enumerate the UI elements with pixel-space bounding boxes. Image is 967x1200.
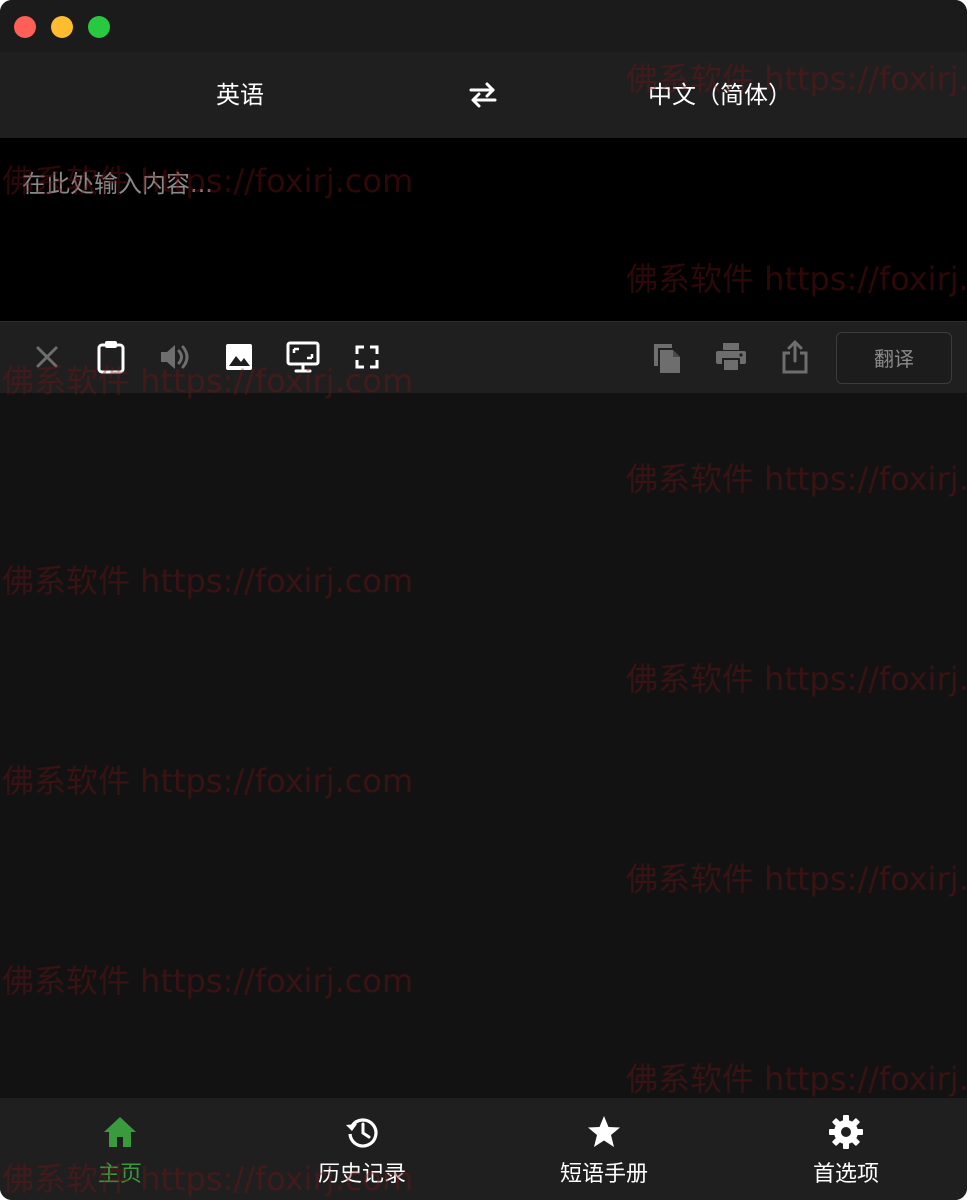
image-translate-button[interactable] — [222, 340, 256, 374]
print-icon — [716, 343, 746, 372]
screen-capture-icon — [286, 341, 320, 373]
clear-button[interactable] — [30, 340, 64, 374]
bottom-navigation: 主页 历史记录 短语手册 首选项 — [0, 1098, 967, 1200]
source-language-selector[interactable]: 英语 — [140, 52, 340, 138]
nav-item-phrasebook[interactable]: 短语手册 — [504, 1098, 704, 1200]
gear-icon — [829, 1115, 863, 1149]
home-icon — [104, 1117, 136, 1147]
window-close-button[interactable] — [14, 16, 36, 38]
translation-result-area — [0, 393, 967, 1098]
nav-label-history: 历史记录 — [317, 1162, 406, 1187]
fullscreen-icon — [355, 345, 379, 369]
paste-button[interactable] — [94, 340, 128, 374]
window-minimize-button[interactable] — [51, 16, 73, 38]
screen-capture-button[interactable] — [286, 340, 320, 374]
nav-label-phrasebook: 短语手册 — [559, 1162, 648, 1187]
swap-arrows-icon[interactable] — [466, 78, 500, 112]
speak-button[interactable] — [158, 340, 192, 374]
fullscreen-button[interactable] — [350, 340, 384, 374]
nav-label-home: 主页 — [97, 1162, 142, 1187]
nav-item-preferences[interactable]: 首选项 — [746, 1098, 946, 1200]
input-area — [0, 138, 967, 321]
window-maximize-button[interactable] — [88, 16, 110, 38]
language-bar: 英语 中文（简体） — [0, 52, 967, 138]
image-icon — [226, 344, 252, 370]
copy-button[interactable] — [650, 340, 684, 374]
source-text-input[interactable] — [0, 138, 967, 321]
nav-label-preferences: 首选项 — [812, 1162, 879, 1187]
translate-button[interactable]: 翻译 — [836, 332, 952, 384]
action-toolbar: 翻译 — [0, 321, 967, 393]
nav-item-home[interactable]: 主页 — [20, 1098, 220, 1200]
nav-item-history[interactable]: 历史记录 — [262, 1098, 462, 1200]
speaker-icon — [161, 345, 189, 369]
print-button[interactable] — [714, 340, 748, 374]
target-language-selector[interactable]: 中文（简体） — [600, 52, 840, 138]
close-icon — [36, 346, 58, 368]
copy-icon — [654, 344, 680, 373]
app-window: 英语 中文（简体） 在此处输入内容... 翻译 主页 历史记录 短语手册 首选项… — [0, 0, 967, 1200]
share-button[interactable] — [778, 340, 812, 374]
history-icon — [346, 1118, 378, 1148]
share-icon — [782, 340, 808, 374]
star-icon — [588, 1116, 620, 1147]
clipboard-icon — [97, 341, 125, 374]
title-bar — [0, 0, 967, 52]
